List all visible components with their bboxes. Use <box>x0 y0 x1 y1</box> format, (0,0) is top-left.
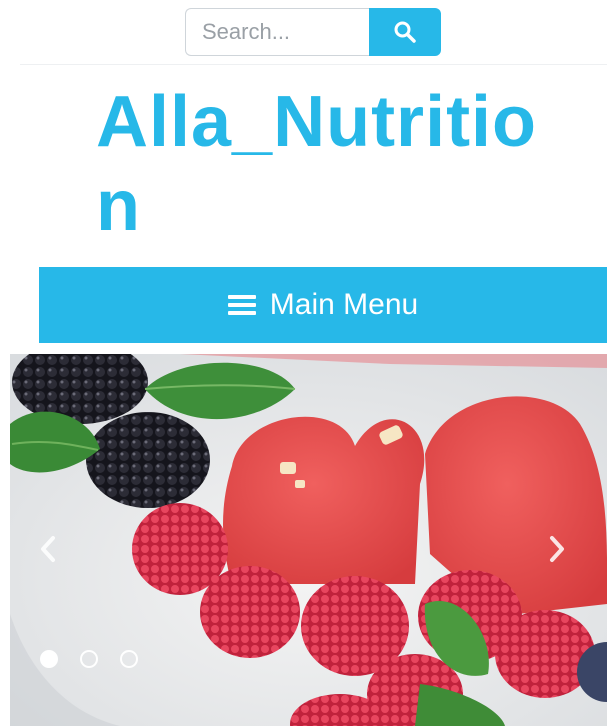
main-menu-toggle[interactable]: Main Menu <box>39 267 607 343</box>
slide-image <box>10 354 607 726</box>
search-input[interactable] <box>185 8 369 56</box>
chevron-left-icon <box>41 536 55 562</box>
slider-dot-1[interactable] <box>40 650 58 668</box>
main-menu-label: Main Menu <box>269 288 419 321</box>
slider-prev-button[interactable] <box>28 524 68 574</box>
slider-next-button[interactable] <box>537 524 577 574</box>
image-slider <box>10 354 607 726</box>
search-button[interactable] <box>369 8 441 56</box>
site-title-link[interactable]: Alla_Nutrition <box>96 80 566 248</box>
slider-dot-2[interactable] <box>80 650 98 668</box>
slider-pagination <box>40 650 138 668</box>
search-form <box>185 8 441 56</box>
slider-dot-3[interactable] <box>120 650 138 668</box>
header-divider <box>20 64 607 65</box>
hamburger-icon <box>227 295 256 315</box>
chevron-right-icon <box>550 536 564 562</box>
page: Alla_Nutrition Main Menu <box>0 0 607 726</box>
search-icon <box>394 21 416 43</box>
